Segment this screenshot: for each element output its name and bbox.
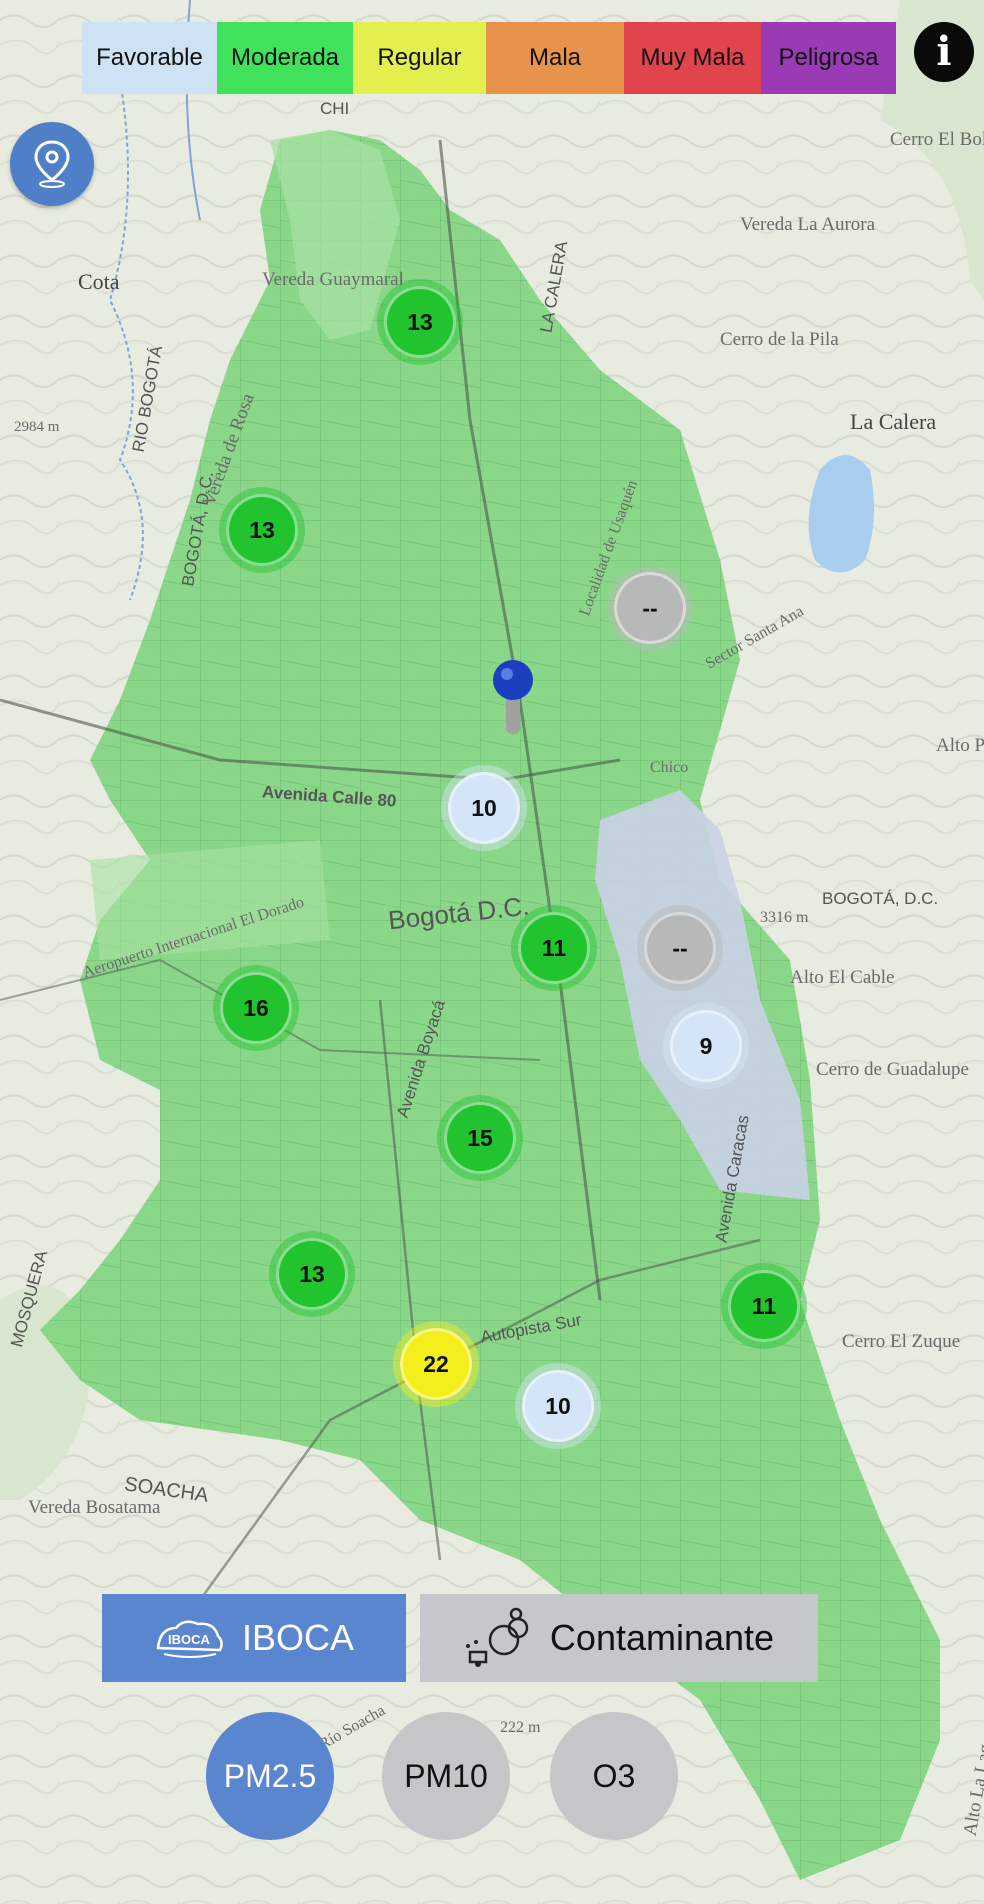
- station-marker[interactable]: 22: [393, 1321, 479, 1407]
- station-value: --: [672, 934, 688, 961]
- contaminante-label: Contaminante: [549, 1617, 775, 1658]
- location-pin-icon: [34, 140, 70, 188]
- place-label: Alto El Cable: [790, 967, 895, 988]
- place-label: Vereda Bosatama: [28, 1497, 161, 1518]
- place-label: Chico: [650, 759, 689, 776]
- legend-label: Peligrosa: [778, 44, 879, 71]
- pollutant-button-pm25[interactable]: PM2.5: [206, 1712, 334, 1840]
- locate-button[interactable]: [10, 122, 94, 206]
- station-value: 13: [407, 308, 433, 335]
- place-label: Cerro de la Pila: [720, 329, 839, 350]
- station-marker[interactable]: 13: [269, 1231, 355, 1317]
- pollutant-button-pm10[interactable]: PM10: [382, 1712, 510, 1840]
- station-marker[interactable]: 11: [721, 1263, 807, 1349]
- station-marker[interactable]: --: [637, 905, 723, 991]
- smoke-pollution-icon: [465, 1607, 529, 1667]
- place-label: CHI: [320, 99, 350, 118]
- station-marker[interactable]: 10: [441, 765, 527, 851]
- station-value: 13: [249, 516, 275, 543]
- legend-item-muy-mala: Muy Mala: [624, 22, 761, 94]
- legend-item-peligrosa: Peligrosa: [761, 22, 896, 94]
- iboca-logo-text: IBOCA: [168, 1632, 211, 1647]
- station-value: 22: [423, 1350, 449, 1377]
- pollutant-button-o3[interactable]: O3: [550, 1712, 678, 1840]
- legend-label: Regular: [377, 44, 462, 71]
- iboca-label: IBOCA: [241, 1617, 355, 1658]
- station-marker[interactable]: 13: [219, 487, 305, 573]
- info-button[interactable]: i: [914, 22, 974, 82]
- station-marker[interactable]: 15: [437, 1095, 523, 1181]
- legend-item-favorable: Favorable: [82, 22, 217, 94]
- place-label: BOGOTÁ, D.C.: [822, 889, 939, 908]
- station-value: 16: [243, 994, 269, 1021]
- iboca-toggle-button[interactable]: IBOCA IBOCA: [102, 1594, 406, 1682]
- station-marker[interactable]: 9: [663, 1003, 749, 1089]
- place-label: Cerro El Zuque: [842, 1331, 961, 1352]
- legend-label: Mala: [528, 44, 582, 71]
- legend-item-regular: Regular: [353, 22, 486, 94]
- place-label: Vereda La Aurora: [740, 214, 876, 235]
- station-marker[interactable]: 11: [511, 905, 597, 991]
- info-icon: i: [936, 28, 952, 75]
- contaminante-toggle-button[interactable]: Contaminante: [420, 1594, 818, 1682]
- station-marker[interactable]: 16: [213, 965, 299, 1051]
- legend-label: Favorable: [96, 44, 203, 71]
- place-label: Alto Pan de: [936, 735, 984, 756]
- legend-label: Moderada: [230, 44, 340, 71]
- place-label: 2984 m: [14, 419, 60, 435]
- station-value: 10: [471, 794, 497, 821]
- station-marker[interactable]: 13: [377, 279, 463, 365]
- station-marker[interactable]: --: [607, 565, 693, 651]
- place-label: Cota: [78, 269, 120, 294]
- station-marker[interactable]: 10: [515, 1363, 601, 1449]
- iboca-logo-icon: IBOCA: [156, 1620, 223, 1658]
- place-label: 3316 m: [760, 909, 809, 926]
- place-label: 222 m: [500, 1719, 541, 1736]
- place-label: La Calera: [850, 409, 937, 434]
- station-value: --: [642, 594, 658, 621]
- place-label: Vereda Guaymaral: [262, 269, 404, 290]
- legend-item-moderada: Moderada: [217, 22, 353, 94]
- station-value: 11: [541, 934, 567, 961]
- legend-item-mala: Mala: [486, 22, 624, 94]
- station-value: 13: [299, 1260, 325, 1287]
- station-value: 11: [751, 1292, 777, 1319]
- place-label: Cerro El Boliche: [890, 129, 984, 150]
- pollutant-label: O3: [592, 1757, 636, 1794]
- station-value: 9: [699, 1032, 713, 1059]
- pollutant-label: PM2.5: [223, 1757, 317, 1794]
- station-value: 10: [545, 1392, 571, 1419]
- air-quality-legend: Favorable Moderada Regular Mala Muy Mala…: [82, 22, 896, 94]
- station-value: 15: [467, 1124, 493, 1151]
- pollutant-label: PM10: [404, 1757, 488, 1794]
- place-label: Cerro de Guadalupe: [816, 1059, 969, 1080]
- legend-label: Muy Mala: [640, 44, 745, 71]
